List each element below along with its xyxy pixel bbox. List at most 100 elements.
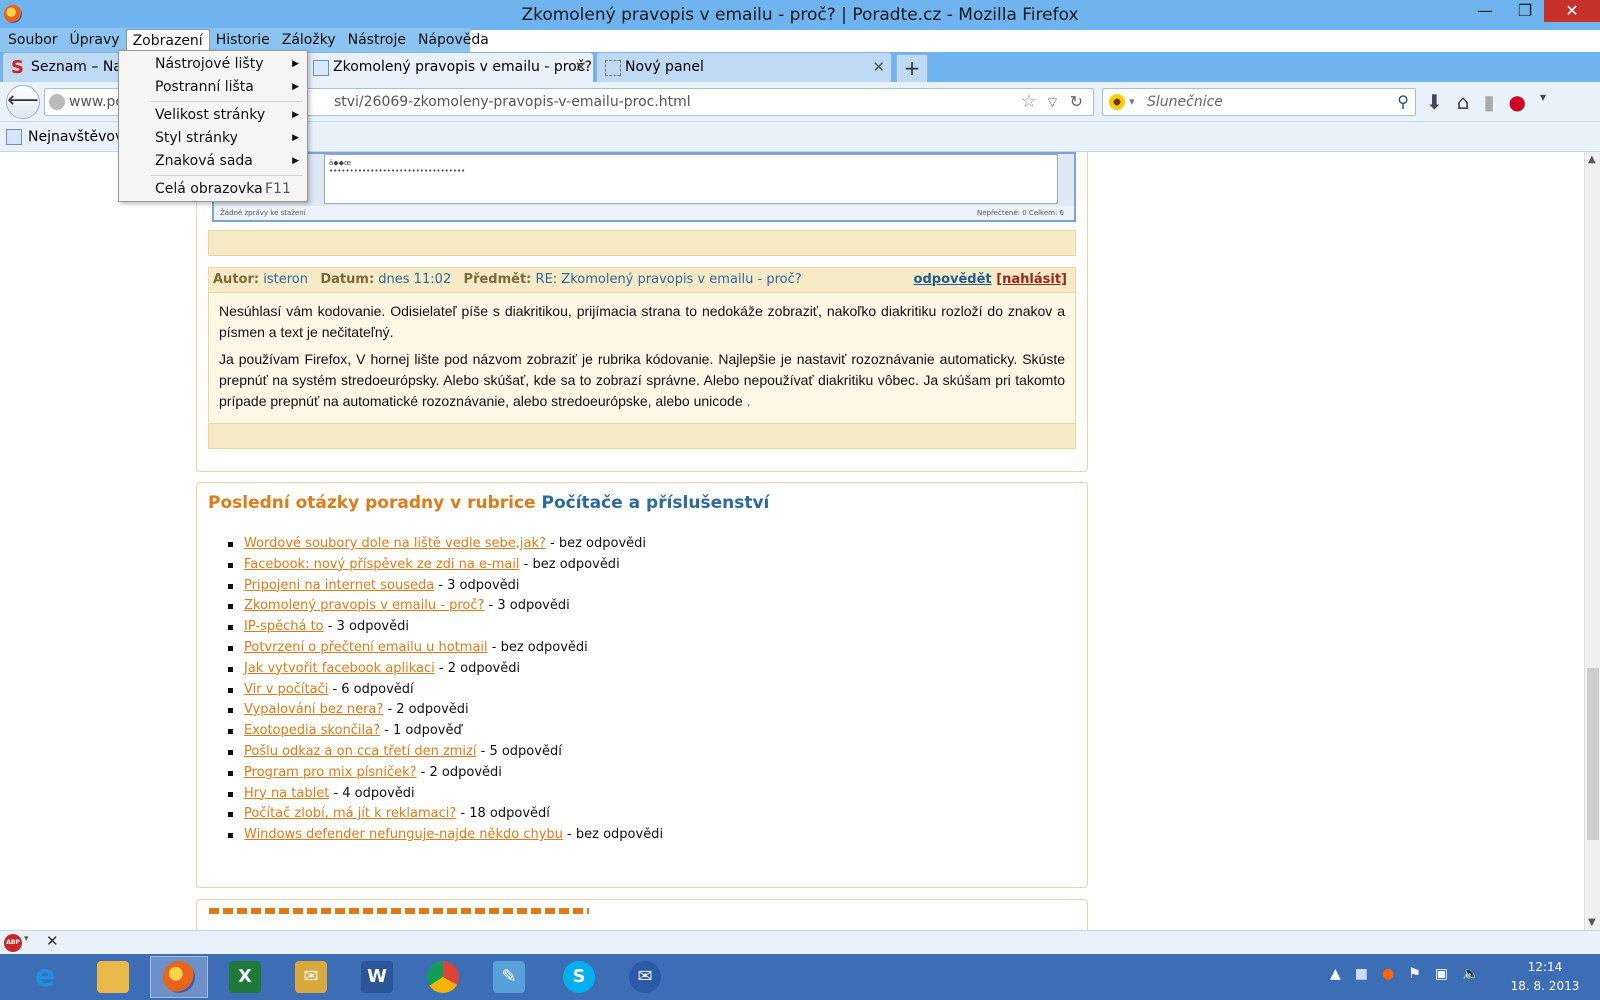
question-link[interactable]: Vir v počítači <box>244 682 328 697</box>
post-footer-strip <box>208 230 1076 256</box>
scrollbar-thumb[interactable] <box>1587 668 1599 840</box>
post-date: dnes 11:02 <box>378 272 452 287</box>
submenu-arrow-icon: ▶ <box>292 110 299 120</box>
back-button[interactable]: ⟵ <box>6 85 40 119</box>
question-link[interactable]: Windows defender nefunguje-najde někdo c… <box>244 827 563 842</box>
category-link[interactable]: Počítače a příslušenství <box>541 493 769 513</box>
tab-new-panel[interactable]: Nový panel ✕ <box>596 52 892 82</box>
menu-edit[interactable]: Úpravy <box>64 29 126 51</box>
answer-count: - 2 odpovědi <box>416 764 502 780</box>
new-tab-button[interactable]: + <box>896 54 928 82</box>
question-link[interactable]: Exotopedia skončila? <box>244 723 380 738</box>
menu-item-zoom[interactable]: Velikost stránky ▶ <box>119 104 307 127</box>
taskbar-clock[interactable]: 12:14 18. 8. 2013 <box>1500 958 1590 996</box>
question-link[interactable]: Pošlu odkaz a on cca třetí den zmizí <box>244 744 476 759</box>
taskbar-skype[interactable]: S <box>550 956 608 998</box>
menu-item-page-style[interactable]: Styl stránky ▶ <box>119 127 307 150</box>
tab-close-icon[interactable]: ✕ <box>872 53 885 81</box>
question-link[interactable]: Program pro mix písniček? <box>244 765 417 780</box>
excel-icon: X <box>229 961 261 993</box>
menu-item-character-encoding[interactable]: Znaková sada ▶ <box>119 150 307 173</box>
report-link[interactable]: [nahlásit] <box>996 272 1067 287</box>
download-icon[interactable]: ⬇ <box>1426 90 1443 114</box>
menu-view[interactable]: Zobrazení <box>125 29 210 51</box>
action-center-flag-icon[interactable]: ⚑ <box>1408 966 1421 982</box>
menu-item-toolbars[interactable]: Nástrojové lišty ▶ <box>119 53 307 76</box>
menu-help[interactable]: Nápověda <box>412 29 495 51</box>
author-label: Autor: <box>213 272 260 287</box>
history-dropdown-icon[interactable]: ▽ <box>1048 89 1057 115</box>
question-link[interactable]: IP-spěchá to <box>244 619 324 634</box>
answer-count: - 4 odpovědi <box>329 785 415 801</box>
cropped-heading <box>209 908 589 914</box>
adblock-plus-icon[interactable]: ABP <box>4 934 22 952</box>
word-icon: W <box>361 961 393 993</box>
bookmark-star-icon[interactable]: ☆ <box>1021 89 1037 115</box>
question-link[interactable]: Vypalování bez nera? <box>244 702 383 717</box>
adblock-dropdown-icon[interactable]: ▾ <box>24 934 29 944</box>
reload-icon[interactable]: ↻ <box>1070 89 1083 115</box>
bookmark-most-visited[interactable]: Nejnavštěvova <box>28 129 132 145</box>
post-subject: RE: Zkomolený pravopis v emailu - proč? <box>535 272 802 287</box>
close-addon-bar-icon[interactable]: ✕ <box>46 932 59 950</box>
search-bar[interactable]: ▾ Slunečnice ⚲ <box>1102 88 1416 116</box>
signal-icon[interactable]: ▮ <box>1483 90 1494 114</box>
tab-close-icon[interactable]: ✕ <box>574 53 587 81</box>
internet-explorer-icon: e <box>34 959 56 994</box>
show-hidden-icons-icon[interactable]: ▲ <box>1330 966 1341 982</box>
volume-icon[interactable]: 🔈 <box>1462 966 1479 982</box>
question-link[interactable]: Počítač zlobí, má jít k reklamaci? <box>244 806 456 821</box>
list-item: Exotopedia skončila? - 1 odpověď <box>228 721 663 742</box>
answer-count: - 5 odpovědí <box>476 743 562 759</box>
maximize-button[interactable]: ❐ <box>1510 0 1540 22</box>
home-icon[interactable]: ⌂ <box>1457 90 1470 114</box>
question-link[interactable]: Wordové soubory dole na liště vedle sebe… <box>244 536 546 551</box>
menu-item-label: Celá obrazovka <box>155 181 263 197</box>
tab-current-page[interactable]: Zkomolený pravopis v emailu - proč?... ✕ <box>304 52 594 82</box>
clock-time: 12:14 <box>1527 960 1563 974</box>
menu-file[interactable]: Soubor <box>2 29 64 51</box>
list-item: Vir v počítači - 6 odpovědí <box>228 680 663 701</box>
post-footer-strip <box>208 423 1076 449</box>
submenu-arrow-icon: ▶ <box>292 59 299 69</box>
search-icon[interactable]: ⚲ <box>1397 89 1409 115</box>
addon-icon[interactable]: ● <box>1508 90 1525 114</box>
menu-tools[interactable]: Nástroje <box>342 29 412 51</box>
menu-item-sidebar[interactable]: Postranní lišta ▶ <box>119 76 307 99</box>
menu-item-full-screen[interactable]: Celá obrazovka F11 <box>119 178 307 201</box>
taskbar-chrome[interactable] <box>414 956 472 998</box>
taskbar-paint[interactable]: ✎ <box>480 956 538 998</box>
taskbar-firefox[interactable] <box>150 956 208 998</box>
question-link[interactable]: Facebook: nový příspěvek ze zdi na e-mai… <box>244 557 520 572</box>
question-link[interactable]: Pripojeni na internet souseda <box>244 578 434 593</box>
menu-bookmarks[interactable]: Záložky <box>276 29 342 51</box>
question-link[interactable]: Potvrzení o přečtení emailu u hotmail <box>244 640 488 655</box>
taskbar-thunderbird[interactable]: ✉ <box>616 956 674 998</box>
minimize-button[interactable]: — <box>1470 0 1500 22</box>
taskbar-word[interactable]: W <box>348 956 406 998</box>
back-arrow-icon: ⟵ <box>7 88 39 113</box>
reply-link[interactable]: odpovědět <box>914 272 992 287</box>
vertical-scrollbar[interactable]: ▲ ▼ <box>1584 152 1600 930</box>
avast-icon[interactable]: ● <box>1382 966 1394 982</box>
taskbar-mail[interactable]: ✉ <box>282 956 340 998</box>
engine-dropdown-icon[interactable]: ▾ <box>1129 89 1135 115</box>
taskbar-file-explorer[interactable] <box>84 956 142 998</box>
question-link[interactable]: Zkomolený pravopis v emailu - proč? <box>244 598 484 613</box>
menu-item-label: Styl stránky <box>155 130 238 146</box>
network-icon[interactable]: ▣ <box>1435 966 1448 982</box>
taskbar-internet-explorer[interactable]: e <box>16 956 74 998</box>
tray-app-icon[interactable]: ■ <box>1355 966 1368 982</box>
question-link[interactable]: Jak vytvořit facebook aplikaci <box>244 661 435 676</box>
answer-count: - 3 odpovědi <box>434 577 520 593</box>
scroll-down-arrow-icon[interactable]: ▼ <box>1588 917 1596 928</box>
overflow-menu-icon[interactable]: ▾ <box>1540 90 1546 114</box>
author-name: isteron <box>263 272 308 287</box>
close-window-button[interactable]: ✕ <box>1544 0 1600 22</box>
slunecnice-engine-icon[interactable] <box>1109 94 1125 110</box>
tab-seznam[interactable]: S Seznam – Najd <box>2 52 120 82</box>
question-link[interactable]: Hry na tablet <box>244 786 329 801</box>
taskbar-excel[interactable]: X <box>216 956 274 998</box>
menu-history[interactable]: Historie <box>210 29 276 51</box>
scroll-up-arrow-icon[interactable]: ▲ <box>1588 154 1596 165</box>
